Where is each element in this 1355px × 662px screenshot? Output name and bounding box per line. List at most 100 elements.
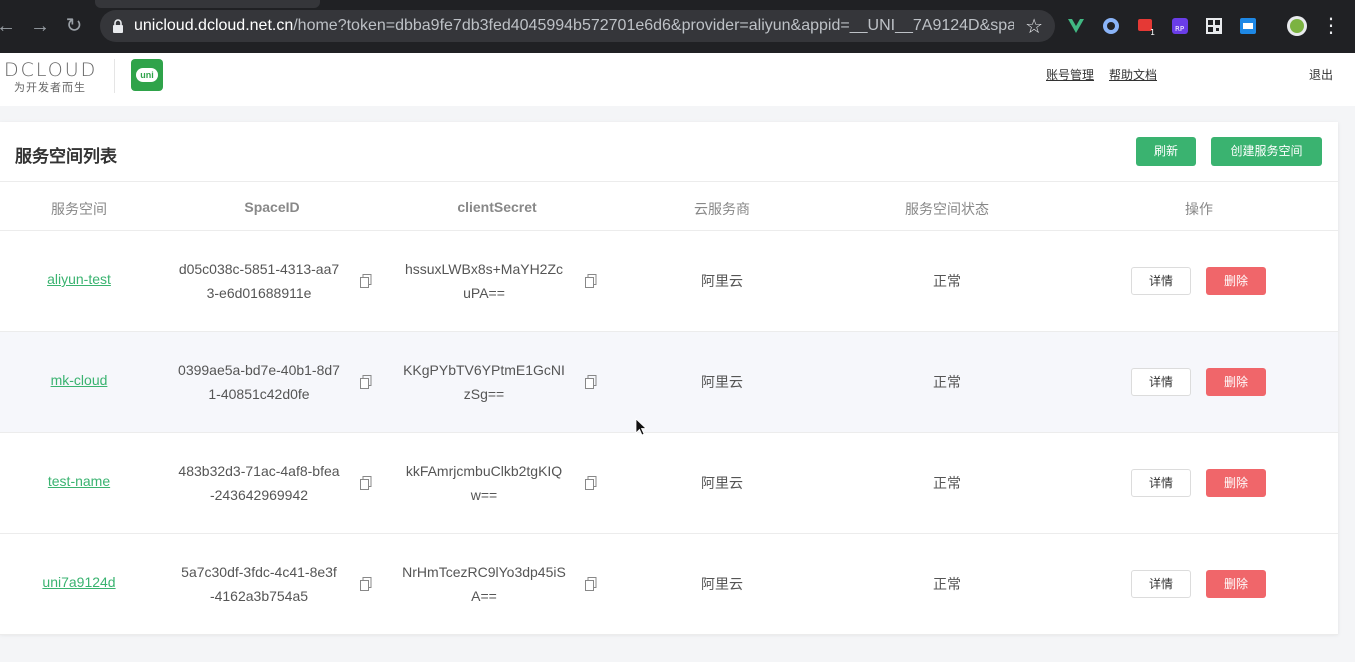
client-secret-line-1: hssuxLWBx8s+MaYH2Zc	[404, 261, 564, 277]
app-header: DCLOUD 为开发者而生 uni 账号管理 帮助文档 退出	[0, 53, 1355, 106]
column-header-spaceid: SpaceID	[244, 199, 300, 215]
column-header-clientsecret: clientSecret	[457, 199, 537, 215]
space-name-link[interactable]: mk-cloud	[0, 372, 158, 388]
delete-button[interactable]: 删除	[1206, 267, 1266, 295]
client-secret-line-1: NrHmTcezRC9lYo3dp45iS	[402, 564, 566, 580]
qr-code-icon[interactable]	[1204, 16, 1224, 36]
client-secret-line-2: w==	[470, 487, 498, 503]
uni-logo-text: uni	[136, 68, 158, 82]
extension-red-icon[interactable]: 1	[1136, 16, 1156, 36]
space-name-link[interactable]: test-name	[0, 473, 158, 489]
lock-icon	[113, 19, 123, 33]
column-header-space: 服务空间	[51, 201, 107, 217]
space-status: 正常	[933, 475, 961, 491]
space-id-line-1: 5a7c30df-3fdc-4c41-8e3f	[181, 564, 337, 580]
dcloud-logo[interactable]: DCLOUD	[4, 59, 97, 81]
client-secret-line-2: uPA==	[463, 285, 505, 301]
active-tab[interactable]	[95, 0, 320, 8]
url-host: unicloud.dcloud.net.cn	[134, 17, 294, 34]
delete-button[interactable]: 删除	[1206, 469, 1266, 497]
client-secret-line-2: zSg==	[463, 386, 505, 402]
space-status: 正常	[933, 374, 961, 390]
browser-chrome: ← → ↻ unicloud.dcloud.net.cn/home?token=…	[0, 0, 1355, 53]
client-secret: KKgPYbTV6YPtmE1GcNI zSg==	[384, 358, 584, 406]
table-header: 服务空间 SpaceID clientSecret 云服务商 服务空间状态 操作	[0, 181, 1338, 231]
delete-button[interactable]: 删除	[1206, 570, 1266, 598]
page-title: 服务空间列表	[15, 147, 117, 166]
mouse-cursor-icon	[635, 418, 647, 436]
detail-button[interactable]: 详情	[1131, 469, 1191, 497]
space-id-line-1: 483b32d3-71ac-4af8-bfea	[178, 463, 340, 479]
create-service-space-button[interactable]: 创建服务空间	[1211, 137, 1322, 166]
detail-button[interactable]: 详情	[1131, 267, 1191, 295]
space-id: d05c038c-5851-4313-aa7 3-e6d01688911e	[159, 257, 359, 305]
space-id-line-1: d05c038c-5851-4313-aa7	[178, 261, 340, 277]
unicloud-logo-icon[interactable]: uni	[131, 59, 163, 91]
space-id-line-2: -243642969942	[209, 487, 309, 503]
help-docs-link[interactable]: 帮助文档	[1109, 66, 1157, 83]
reload-icon[interactable]: ↻	[62, 14, 86, 38]
bookmark-star-icon[interactable]: ☆	[1025, 14, 1043, 39]
space-status: 正常	[933, 576, 961, 592]
copy-icon[interactable]	[360, 476, 372, 490]
svg-text:RP: RP	[1175, 25, 1184, 33]
vue-devtools-icon[interactable]	[1066, 16, 1086, 36]
table-row: uni7a9124d 5a7c30df-3fdc-4c41-8e3f -4162a…	[0, 534, 1338, 635]
back-icon[interactable]: ←	[0, 14, 18, 38]
copy-icon[interactable]	[585, 375, 597, 389]
url-path: /home?token=dbba9fe7db3fed4045994b572701…	[293, 17, 1014, 34]
space-id: 5a7c30df-3fdc-4c41-8e3f -4162a3b754a5	[159, 560, 359, 608]
table-row: test-name 483b32d3-71ac-4af8-bfea -243642…	[0, 433, 1338, 534]
copy-icon[interactable]	[585, 577, 597, 591]
extension-css-icon[interactable]	[1238, 16, 1258, 36]
space-id: 0399ae5a-bd7e-40b1-8d7 1-40851c42d0fe	[159, 358, 359, 406]
cloud-provider: 阿里云	[701, 475, 743, 491]
space-name-link[interactable]: uni7a9124d	[0, 574, 158, 590]
detail-button[interactable]: 详情	[1131, 368, 1191, 396]
space-name-link[interactable]: aliyun-test	[0, 271, 158, 287]
client-secret-line-1: KKgPYbTV6YPtmE1GcNI	[403, 362, 565, 378]
browser-menu-icon[interactable]: ⋮	[1319, 14, 1343, 38]
client-secret: NrHmTcezRC9lYo3dp45iS A==	[384, 560, 584, 608]
copy-icon[interactable]	[585, 274, 597, 288]
service-space-table: 服务空间 SpaceID clientSecret 云服务商 服务空间状态 操作…	[0, 181, 1338, 635]
account-management-link[interactable]: 账号管理	[1046, 66, 1094, 83]
table-row: mk-cloud 0399ae5a-bd7e-40b1-8d7 1-40851c4…	[0, 332, 1338, 433]
forward-icon[interactable]: →	[28, 14, 52, 38]
url-text: unicloud.dcloud.net.cn/home?token=dbba9f…	[134, 17, 1014, 35]
copy-icon[interactable]	[360, 274, 372, 288]
client-secret: hssuxLWBx8s+MaYH2Zc uPA==	[384, 257, 584, 305]
copy-icon[interactable]	[360, 577, 372, 591]
space-id-line-1: 0399ae5a-bd7e-40b1-8d7	[178, 362, 340, 378]
detail-button[interactable]: 详情	[1131, 570, 1191, 598]
cloud-provider: 阿里云	[701, 374, 743, 390]
client-secret-line-2: A==	[471, 588, 497, 604]
extension-rp-icon[interactable]: RP	[1170, 16, 1190, 36]
column-header-actions: 操作	[1185, 201, 1213, 217]
client-secret: kkFAmrjcmbuClkb2tgKIQ w==	[384, 459, 584, 507]
logout-link[interactable]: 退出	[1309, 66, 1333, 83]
copy-icon[interactable]	[360, 375, 372, 389]
cloud-provider: 阿里云	[701, 576, 743, 592]
cloud-provider: 阿里云	[701, 273, 743, 289]
service-space-card: 服务空间列表 刷新 创建服务空间 服务空间 SpaceID clientSecr…	[0, 122, 1338, 635]
tab-strip	[0, 0, 1355, 8]
dcloud-slogan: 为开发者而生	[14, 82, 86, 94]
delete-button[interactable]: 删除	[1206, 368, 1266, 396]
svg-text:1: 1	[1150, 28, 1155, 36]
address-bar[interactable]: unicloud.dcloud.net.cn/home?token=dbba9f…	[100, 10, 1055, 42]
copy-icon[interactable]	[585, 476, 597, 490]
column-header-status: 服务空间状态	[905, 201, 989, 217]
space-id: 483b32d3-71ac-4af8-bfea -243642969942	[159, 459, 359, 507]
space-id-line-2: -4162a3b754a5	[209, 588, 309, 604]
column-header-provider: 云服务商	[694, 201, 750, 217]
table-row: aliyun-test d05c038c-5851-4313-aa7 3-e6d0…	[0, 231, 1338, 332]
space-id-line-2: 3-e6d01688911e	[206, 285, 312, 301]
space-status: 正常	[933, 273, 961, 289]
refresh-button[interactable]: 刷新	[1136, 137, 1196, 166]
profile-avatar-icon[interactable]	[1286, 15, 1308, 37]
extension-circle-icon[interactable]	[1101, 16, 1121, 36]
space-id-line-2: 1-40851c42d0fe	[208, 386, 310, 402]
client-secret-line-1: kkFAmrjcmbuClkb2tgKIQ	[405, 463, 563, 479]
logo-divider	[114, 59, 115, 93]
